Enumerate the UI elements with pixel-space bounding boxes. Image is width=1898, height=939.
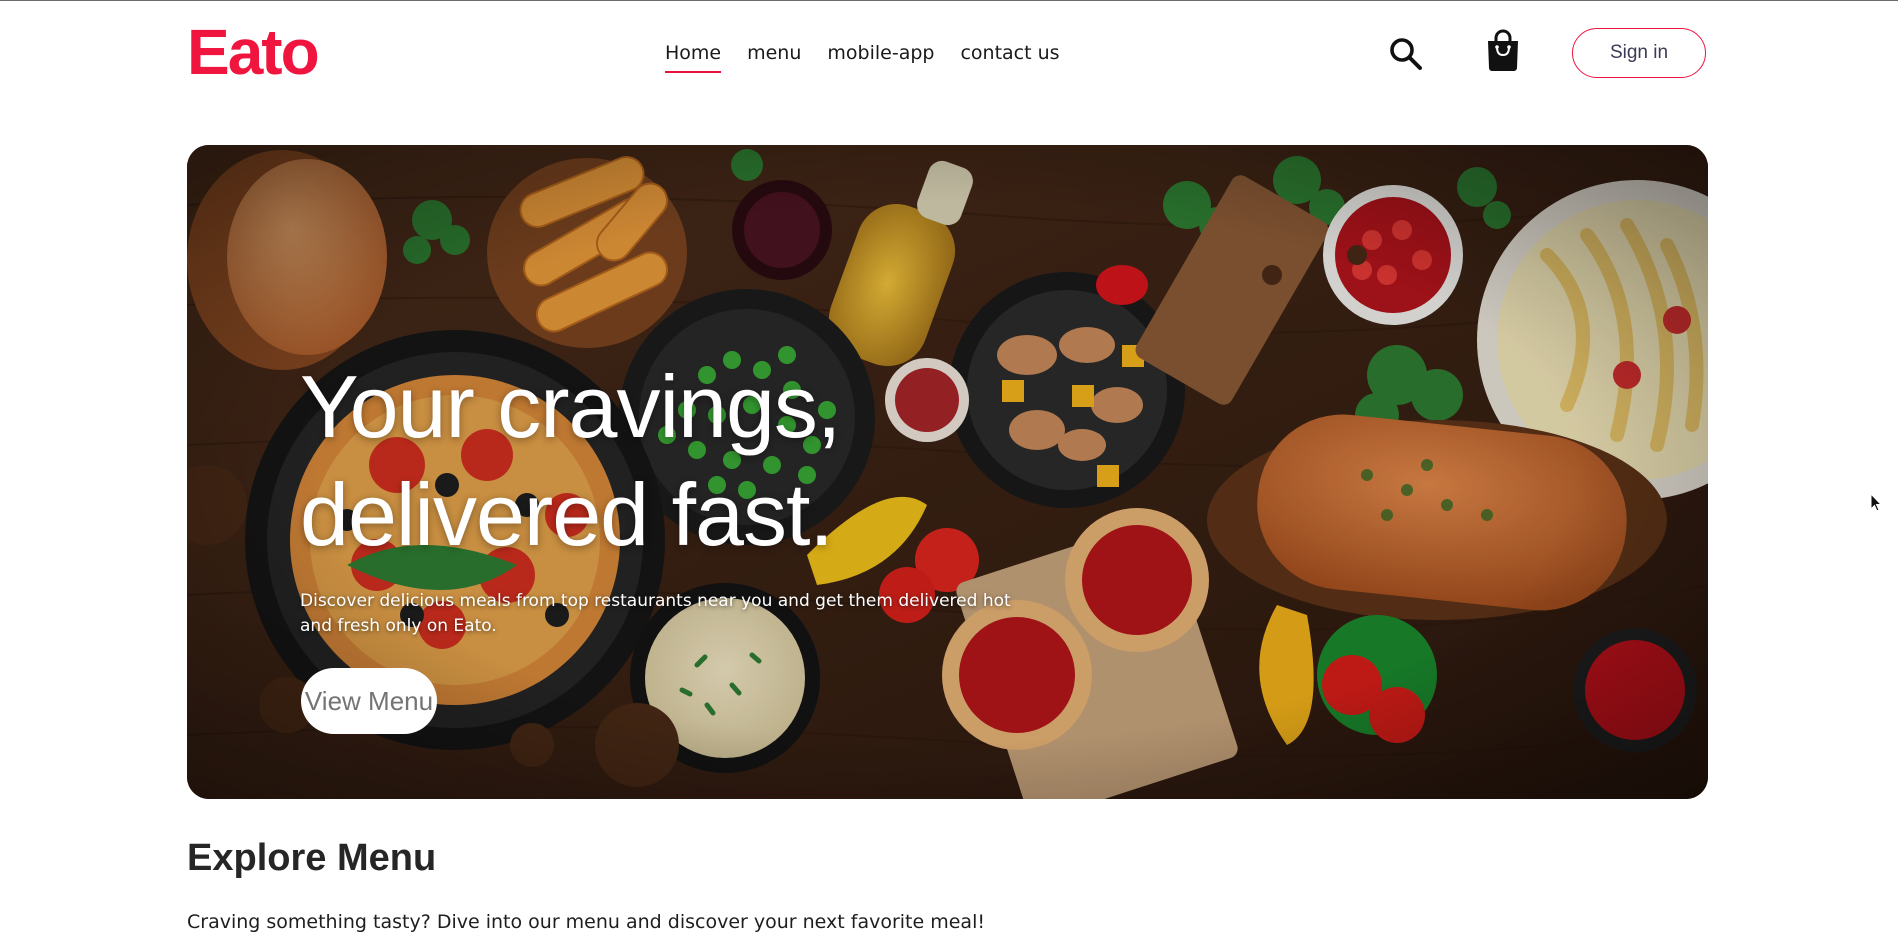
view-menu-button[interactable]: View Menu bbox=[301, 668, 437, 734]
nav-link-home[interactable]: Home bbox=[665, 41, 722, 73]
mouse-cursor-icon bbox=[1870, 493, 1882, 512]
hero-title: Your cravings, delivered fast. bbox=[300, 353, 1000, 569]
hero-title-line-2: delivered fast. bbox=[300, 465, 834, 564]
logo[interactable]: Eato bbox=[187, 17, 320, 87]
explore-menu-description: Craving something tasty? Dive into our m… bbox=[187, 911, 985, 933]
hero-title-line-1: Your cravings, bbox=[300, 357, 841, 456]
search-icon[interactable] bbox=[1388, 35, 1424, 75]
page: Eato Home menu mobile-app contact us Sig… bbox=[0, 0, 1898, 939]
hero-banner: Your cravings, delivered fast. Discover … bbox=[187, 145, 1708, 799]
nav-link-contact-us[interactable]: contact us bbox=[960, 41, 1059, 73]
nav-links: Home menu mobile-app contact us bbox=[665, 41, 1060, 73]
navbar: Eato Home menu mobile-app contact us Sig… bbox=[187, 1, 1708, 107]
nav-link-mobile-app[interactable]: mobile-app bbox=[827, 41, 934, 73]
nav-link-menu[interactable]: menu bbox=[747, 41, 801, 73]
shopping-bag-icon[interactable] bbox=[1483, 28, 1523, 72]
hero-subtitle: Discover delicious meals from top restau… bbox=[300, 591, 1011, 636]
explore-menu-title: Explore Menu bbox=[187, 837, 437, 879]
sign-in-button[interactable]: Sign in bbox=[1572, 28, 1706, 78]
